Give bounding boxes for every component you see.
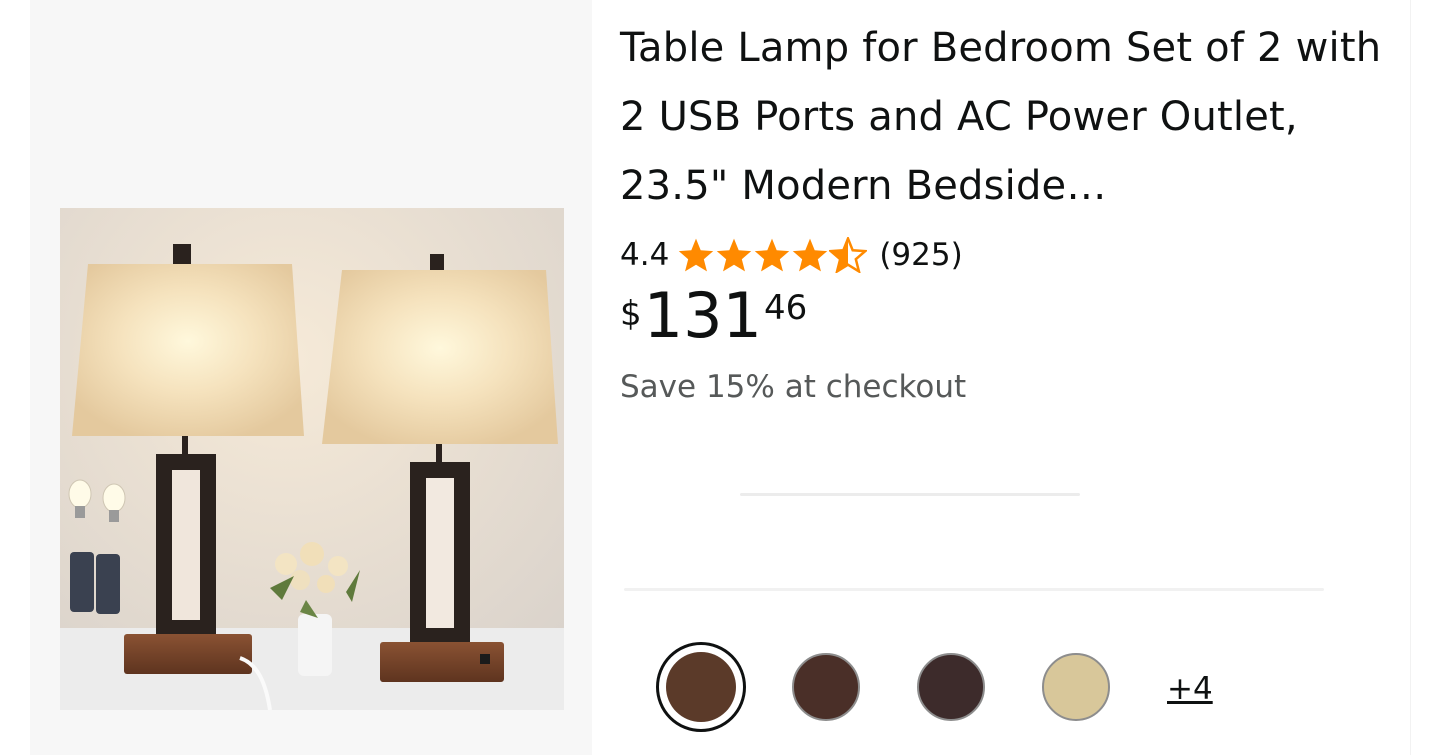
product-image[interactable] <box>60 208 564 710</box>
swatch-dark-brown[interactable] <box>792 653 860 721</box>
half-star-icon <box>829 237 868 273</box>
product-image-panel[interactable] <box>30 0 592 755</box>
redaction-smudge <box>740 493 1080 496</box>
product-card[interactable]: Table Lamp for Bedroom Set of 2 with 2 U… <box>0 0 1440 755</box>
rating-value: 4.4 <box>620 237 670 273</box>
star-icon <box>793 238 828 272</box>
card-divider <box>1410 0 1411 755</box>
star-icon <box>755 238 790 272</box>
swatch-beige[interactable] <box>1042 653 1110 721</box>
more-variants-link[interactable]: +4 <box>1167 667 1213 707</box>
redaction-smudge <box>624 588 1324 591</box>
star-icon <box>717 238 752 272</box>
product-info: Table Lamp for Bedroom Set of 2 with 2 U… <box>620 14 1390 405</box>
swatch-espresso[interactable] <box>917 653 985 721</box>
star-rating[interactable] <box>677 237 868 273</box>
promo-text: Save 15% at checkout <box>620 369 967 405</box>
price-whole: 131 <box>643 279 762 352</box>
product-title[interactable]: Table Lamp for Bedroom Set of 2 with 2 U… <box>620 14 1390 221</box>
color-swatches: +4 <box>656 642 1213 732</box>
rating-row: 4.4 (925) <box>620 231 1390 279</box>
price-fraction: 46 <box>763 288 808 328</box>
review-count[interactable]: (925) <box>879 237 962 273</box>
star-icon <box>679 238 714 272</box>
price: $ 131 46 <box>620 285 1390 357</box>
price-symbol: $ <box>620 294 642 334</box>
swatch-brown[interactable] <box>656 642 746 732</box>
